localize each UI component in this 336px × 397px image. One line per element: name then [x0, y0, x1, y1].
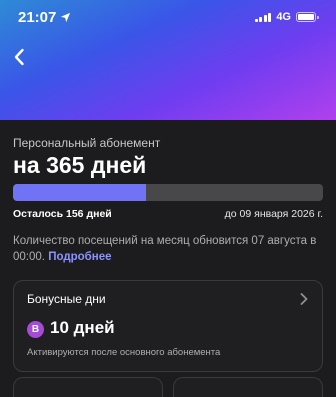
bonus-badge-icon: В	[27, 321, 44, 338]
more-link[interactable]: Подробнее	[48, 251, 111, 263]
battery-icon	[296, 12, 319, 22]
back-button[interactable]	[10, 46, 28, 68]
bonus-card-title: Бонусные дни	[27, 292, 106, 306]
status-indicators: 4G	[254, 11, 319, 23]
remaining-days: Осталось 156 дней	[13, 208, 112, 220]
visits-note: Количество посещений на месяц обновится …	[13, 233, 329, 265]
next-card-right[interactable]	[173, 377, 323, 397]
subscription-sheet: Персональный абонемент на 365 дней Остал…	[0, 120, 336, 397]
expiry-date: до 09 января 2026 г.	[224, 208, 323, 220]
bonus-days-card[interactable]: Бонусные дни В 10 дней Активируются посл…	[13, 280, 323, 372]
status-time-text: 21:07	[18, 8, 57, 26]
subscription-title: на 365 дней	[13, 152, 147, 178]
next-cards	[13, 377, 323, 397]
subscription-progress-bar	[13, 184, 323, 201]
subscription-type: Персональный абонемент	[13, 136, 161, 150]
bonus-card-subtitle: Активируются после основного абонемента	[27, 347, 221, 358]
chevron-right-icon	[300, 293, 308, 305]
network-label: 4G	[276, 11, 291, 23]
progress-fill	[13, 184, 146, 201]
status-bar: 21:07 4G	[0, 0, 336, 34]
chevron-left-icon	[14, 48, 24, 66]
signal-icon	[254, 12, 272, 22]
bonus-days-count: 10 дней	[50, 318, 115, 337]
status-time: 21:07	[18, 9, 71, 26]
location-arrow-icon	[61, 12, 71, 22]
next-card-left[interactable]	[13, 377, 163, 397]
